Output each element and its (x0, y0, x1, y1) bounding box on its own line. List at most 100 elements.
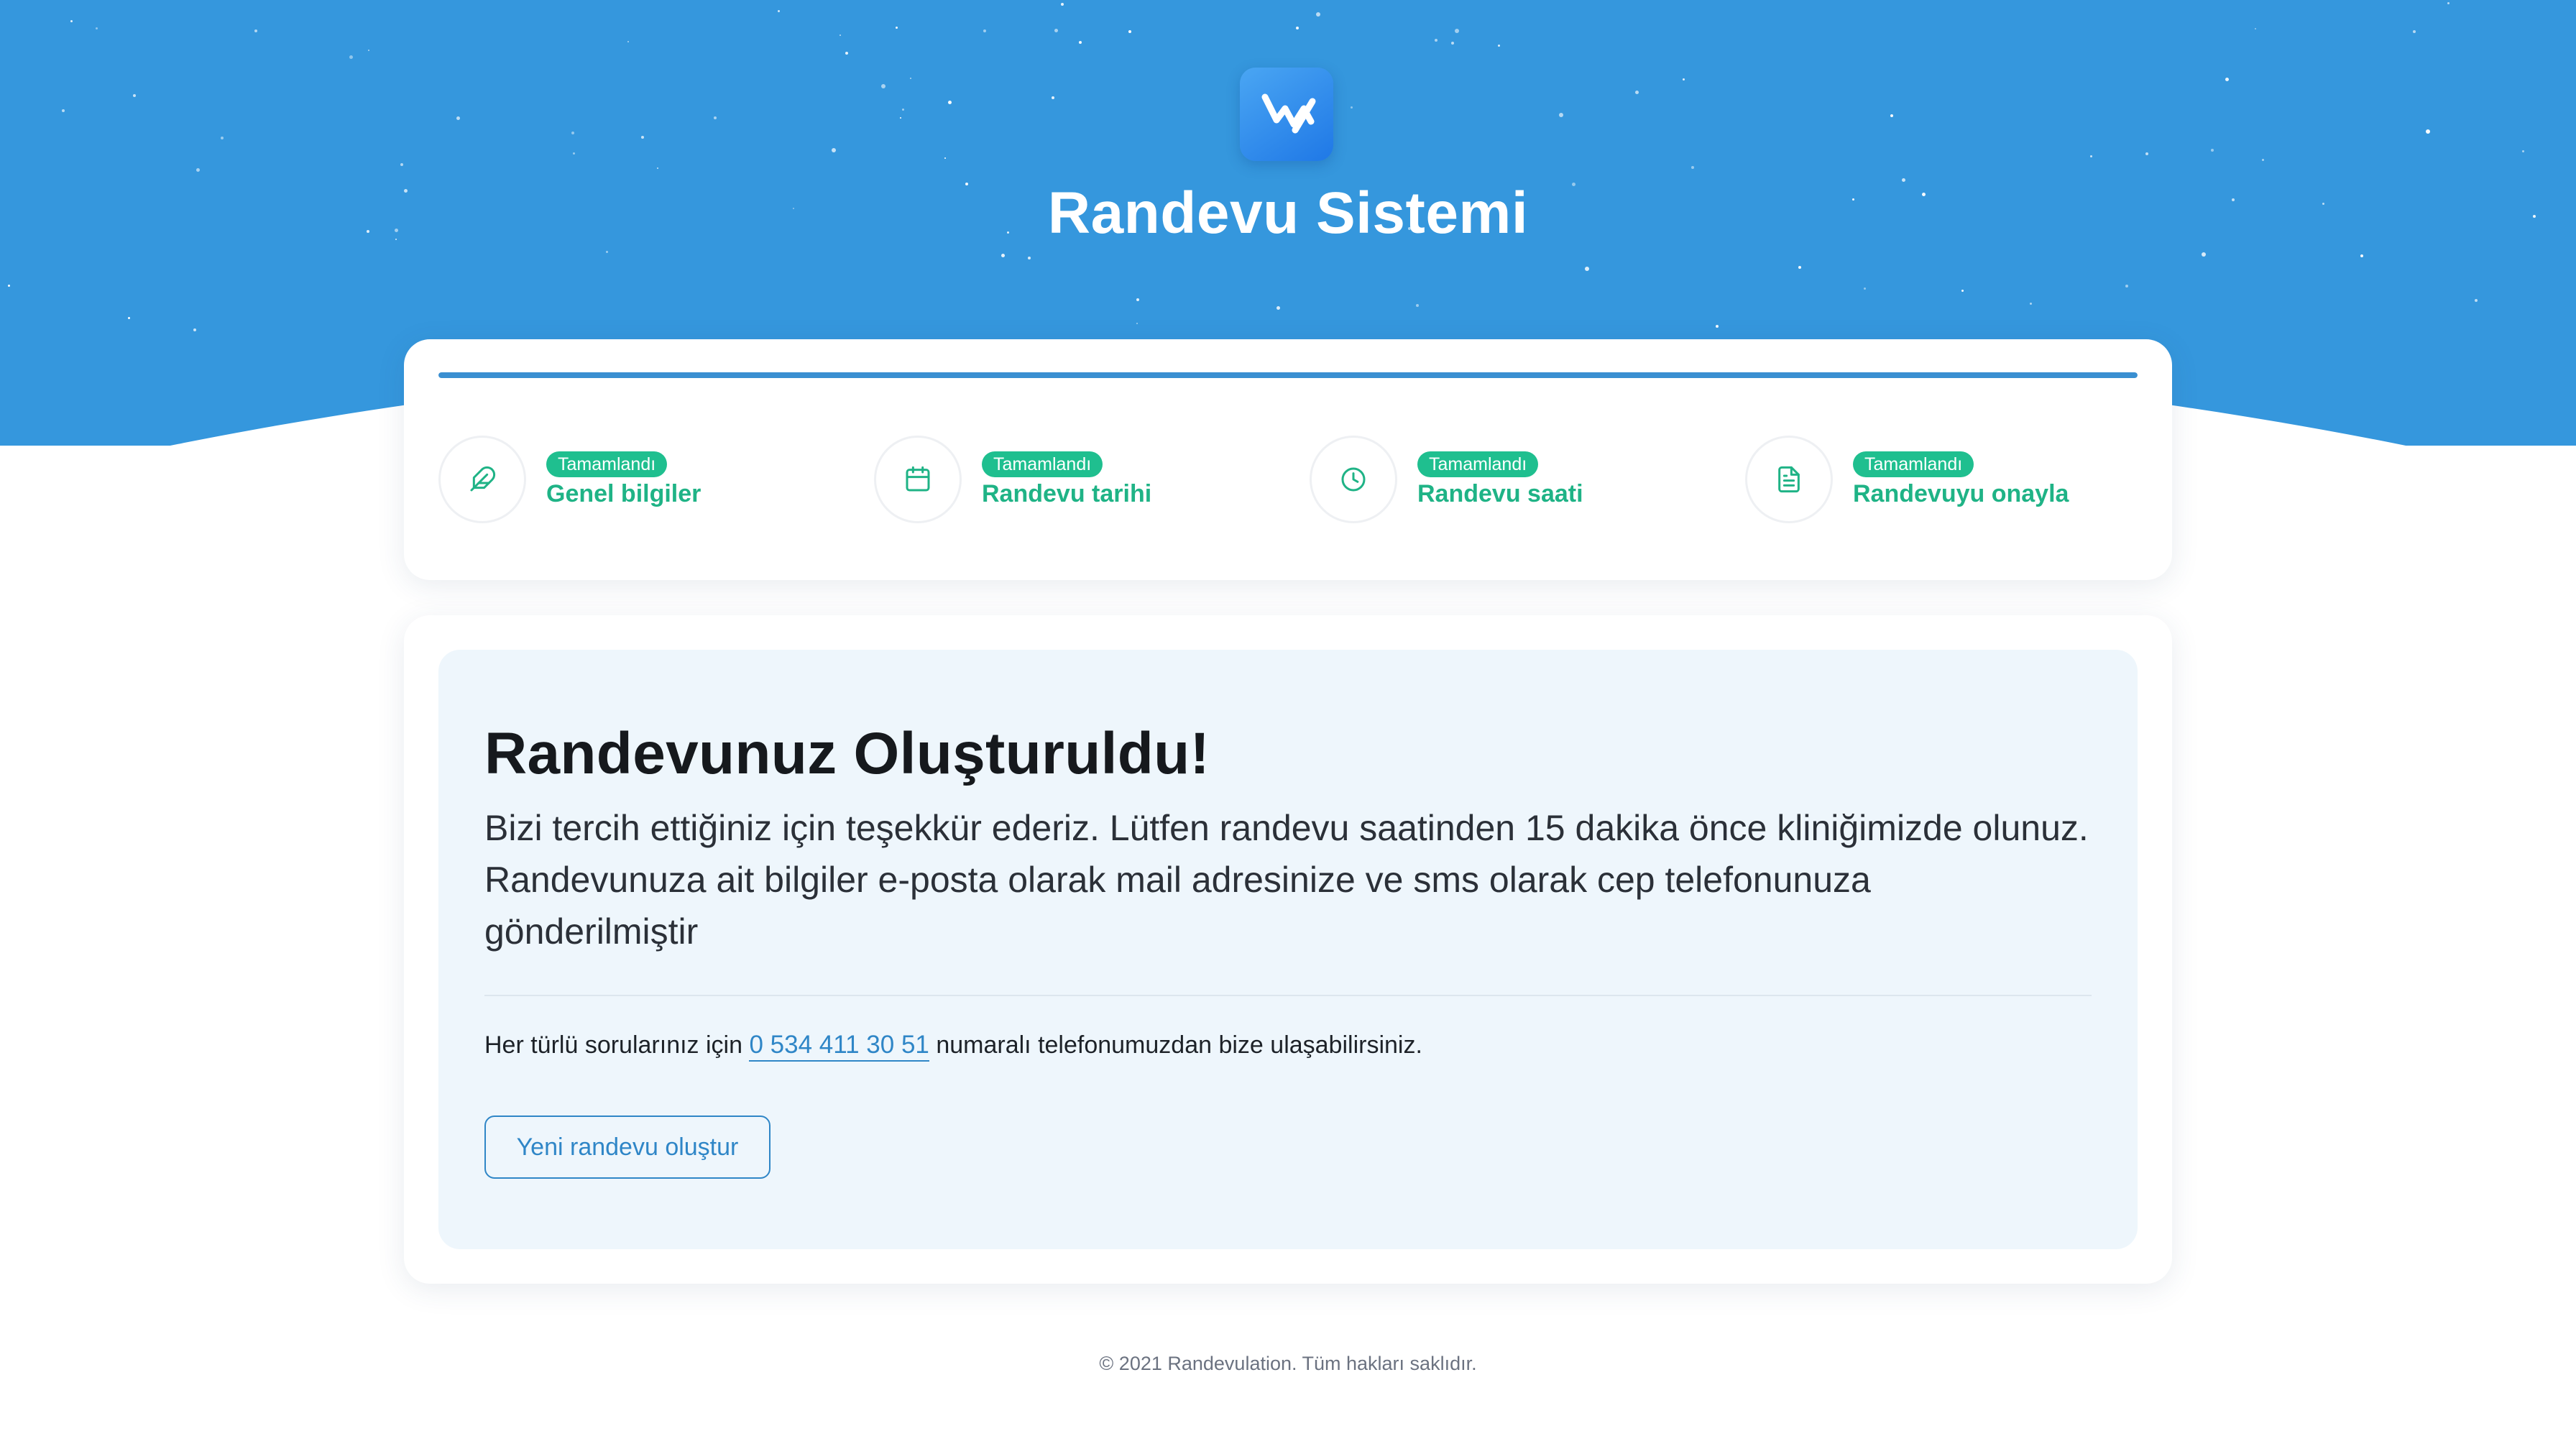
star-dot (1559, 113, 1563, 117)
star-dot (1001, 254, 1005, 257)
calendar-icon (874, 436, 962, 523)
star-dot (900, 117, 901, 119)
star-dot (902, 109, 904, 111)
star-dot (1961, 290, 1964, 292)
star-dot (1136, 323, 1138, 324)
star-dot (948, 101, 952, 104)
star-dot (1435, 39, 1438, 42)
contact-text-before: Her türlü sorularınız için (484, 1031, 750, 1059)
star-dot (606, 251, 608, 253)
star-dot (627, 41, 629, 42)
star-dot (845, 52, 848, 55)
star-dot (657, 167, 658, 169)
star-dot (70, 20, 73, 22)
phone-link[interactable]: 0 534 411 30 51 (749, 1031, 929, 1062)
contact-text-after: numaralı telefonumuzdan bize ulaşabilirs… (929, 1031, 1422, 1059)
star-dot (196, 168, 200, 172)
star-dot (2225, 78, 2229, 81)
star-dot (193, 328, 196, 331)
star-dot (2030, 303, 2032, 305)
step-label: Genel bilgiler (546, 480, 702, 507)
star-dot (714, 116, 717, 119)
star-dot (1798, 266, 1801, 269)
star-dot (2090, 155, 2092, 157)
feather-icon (438, 436, 526, 523)
star-dot (1052, 96, 1054, 99)
star-dot (1455, 29, 1459, 33)
status-badge: Tamamlandı (1853, 451, 1974, 477)
star-dot (778, 10, 780, 12)
star-dot (1296, 27, 1299, 29)
star-dot (2262, 159, 2264, 161)
star-dot (2447, 2, 2450, 4)
star-dot (1028, 257, 1031, 259)
star-dot (2125, 285, 2128, 288)
star-dot (573, 152, 575, 155)
star-dot (254, 29, 257, 32)
steps-card: Tamamlandı Genel bilgiler Tamamlandı Ran… (404, 339, 2172, 580)
star-dot (2211, 149, 2214, 152)
new-appointment-button[interactable]: Yeni randevu oluştur (484, 1116, 770, 1179)
brand-logo-icon[interactable] (1240, 68, 1333, 161)
status-badge: Tamamlandı (1417, 451, 1539, 477)
divider (484, 995, 2092, 996)
star-dot (896, 27, 898, 29)
clock-icon (1310, 436, 1397, 523)
star-dot (1716, 325, 1719, 328)
status-badge: Tamamlandı (982, 451, 1103, 477)
star-dot (2475, 299, 2478, 302)
star-dot (1691, 166, 1694, 169)
star-dot (2255, 28, 2256, 29)
star-dot (221, 137, 224, 139)
star-dot (1635, 91, 1639, 94)
star-dot (2360, 254, 2363, 257)
star-dot (1054, 29, 1058, 32)
star-dot (1451, 42, 1454, 45)
contact-info: Her türlü sorularınız için 0 534 411 30 … (484, 1031, 1422, 1062)
confirmation-card: Randevunuz Oluşturuldu! Bizi tercih etti… (404, 615, 2172, 1284)
app-title: Randevu Sistemi (1047, 180, 1529, 246)
confirmation-description: Bizi tercih ettiğiniz için teşekkür eder… (484, 808, 2089, 952)
star-dot (1316, 12, 1320, 17)
star-dot (983, 29, 986, 32)
star-dot (1864, 288, 1866, 290)
star-dot (62, 109, 65, 112)
star-dot (840, 34, 841, 36)
star-dot (8, 285, 10, 287)
confirmation-panel: Randevunuz Oluşturuldu! Bizi tercih etti… (438, 650, 2138, 1249)
star-dot (2145, 152, 2148, 155)
star-dot (128, 317, 130, 319)
star-dot (1890, 114, 1893, 117)
star-dot (832, 148, 836, 152)
footer-copyright: © 2021 Randevulation. Tüm hakları saklıd… (1099, 1353, 1477, 1374)
star-dot (571, 132, 574, 134)
star-dot (456, 116, 460, 120)
star-dot (1128, 30, 1131, 33)
document-icon (1745, 436, 1833, 523)
star-dot (1136, 298, 1139, 301)
star-dot (133, 94, 136, 97)
star-dot (96, 27, 98, 29)
star-dot (1276, 306, 1280, 310)
star-dot (2522, 150, 2524, 152)
star-dot (2426, 129, 2430, 134)
star-dot (641, 136, 644, 139)
star-dot (368, 50, 369, 51)
step-label: Randevu saati (1417, 480, 1583, 507)
star-dot (2202, 252, 2206, 257)
star-dot (1061, 3, 1064, 6)
star-dot (1351, 106, 1353, 109)
step-label: Randevuyu onayla (1853, 480, 2069, 507)
progress-fill (438, 372, 2138, 378)
star-dot (400, 163, 403, 166)
star-dot (881, 84, 886, 88)
star-dot (944, 157, 946, 159)
progress-bar (438, 372, 2138, 378)
star-dot (1683, 78, 1685, 80)
star-dot (1585, 267, 1589, 271)
star-dot (910, 78, 911, 79)
star-dot (2413, 30, 2416, 33)
status-badge: Tamamlandı (546, 451, 668, 477)
star-dot (1416, 304, 1419, 307)
confirmation-heading: Randevunuz Oluşturuldu! (484, 721, 1210, 786)
